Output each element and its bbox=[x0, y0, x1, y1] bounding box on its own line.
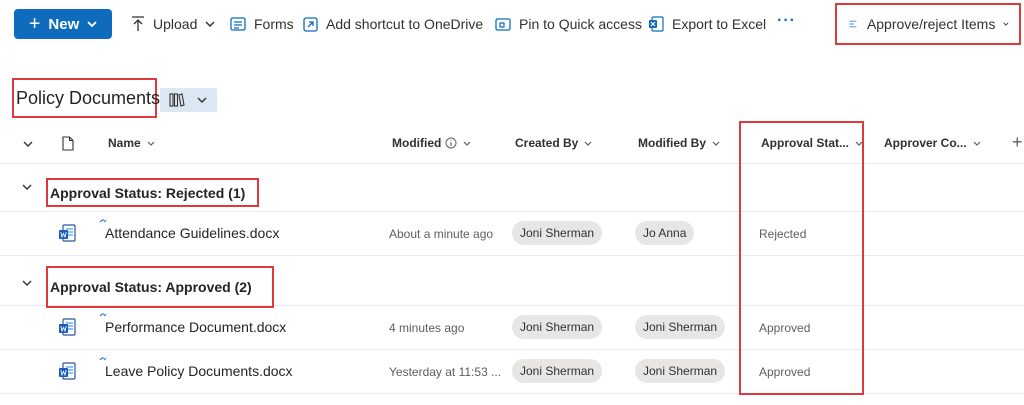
library-view-icon bbox=[169, 93, 185, 107]
approval-status-value: Approved bbox=[759, 321, 811, 335]
column-created-by-label: Created By bbox=[515, 136, 579, 150]
modified-date: About a minute ago bbox=[389, 227, 494, 241]
chevron-down-icon bbox=[712, 141, 720, 146]
table-row[interactable]: Leave Policy Documents.docx Yesterday at… bbox=[0, 350, 1024, 394]
modified-by-persona[interactable]: Joni Sherman bbox=[635, 315, 726, 339]
page-title-text: Policy Documents bbox=[16, 87, 161, 108]
group-label-rejected: Approval Status: Rejected (1) bbox=[46, 178, 259, 207]
forms-button[interactable]: Forms bbox=[230, 14, 294, 34]
new-button[interactable]: + New bbox=[14, 9, 112, 39]
column-modified-by[interactable]: Modified By bbox=[638, 136, 720, 150]
pin-icon bbox=[495, 17, 511, 31]
plus-icon: + bbox=[28, 13, 41, 35]
word-doc-icon bbox=[59, 318, 76, 336]
column-header-row: Name Modified Created By Modified By App… bbox=[0, 124, 1024, 164]
created-by-persona[interactable]: Joni Sherman bbox=[512, 315, 603, 339]
approve-reject-label: Approve/reject Items bbox=[866, 16, 996, 32]
file-name-link[interactable]: Attendance Guidelines.docx bbox=[105, 225, 279, 241]
column-name[interactable]: Name bbox=[108, 136, 155, 150]
add-column-button[interactable]: + bbox=[1012, 132, 1023, 153]
excel-icon bbox=[649, 16, 664, 32]
export-excel-label: Export to Excel bbox=[672, 16, 767, 32]
chevron-down-icon[interactable] bbox=[22, 184, 32, 190]
group-label-approved: Approval Status: Approved (2) bbox=[46, 266, 274, 308]
chevron-down-icon bbox=[463, 141, 471, 146]
file-name-link[interactable]: Leave Policy Documents.docx bbox=[105, 363, 293, 379]
column-name-label: Name bbox=[108, 136, 141, 150]
created-by-persona[interactable]: Joni Sherman bbox=[512, 221, 603, 245]
forms-label: Forms bbox=[254, 16, 294, 32]
modified-by-persona[interactable]: Jo Anna bbox=[635, 221, 695, 245]
column-modified-label: Modified bbox=[392, 136, 442, 150]
modified-date: Yesterday at 11:53 ... bbox=[389, 365, 502, 379]
created-by-persona[interactable]: Joni Sherman bbox=[512, 359, 603, 383]
forms-icon bbox=[230, 17, 246, 31]
new-button-label: New bbox=[48, 15, 80, 33]
column-approver-comments[interactable]: Approver Co... bbox=[884, 136, 981, 150]
group-label-text: Approval Status: Approved (2) bbox=[50, 279, 252, 295]
chevron-down-icon bbox=[197, 97, 207, 103]
approve-reject-button[interactable]: Approve/reject Items bbox=[835, 3, 1021, 45]
chevron-down-icon[interactable] bbox=[22, 280, 32, 286]
column-approval-status[interactable]: Approval Stat... bbox=[761, 136, 863, 150]
modified-date: 4 minutes ago bbox=[389, 321, 465, 335]
approve-icon bbox=[849, 20, 857, 28]
modified-by-persona[interactable]: Joni Sherman bbox=[635, 359, 726, 383]
upload-button[interactable]: Upload bbox=[131, 14, 223, 34]
upload-label: Upload bbox=[153, 16, 198, 32]
approval-status-value: Rejected bbox=[759, 227, 807, 241]
chevron-down-icon bbox=[973, 141, 981, 146]
file-name-link[interactable]: Performance Document.docx bbox=[105, 319, 286, 335]
upload-icon bbox=[132, 16, 144, 31]
column-approver-comments-label: Approver Co... bbox=[884, 136, 967, 150]
export-excel-button[interactable]: Export to Excel bbox=[648, 14, 766, 34]
chevron-down-icon bbox=[855, 141, 863, 146]
add-shortcut-label: Add shortcut to OneDrive bbox=[326, 16, 484, 32]
add-shortcut-button[interactable]: Add shortcut to OneDrive bbox=[303, 14, 483, 34]
chevron-down-icon bbox=[1003, 22, 1009, 26]
info-icon[interactable] bbox=[445, 137, 457, 149]
table-row[interactable]: Attendance Guidelines.docx About a minut… bbox=[0, 212, 1024, 256]
chevron-down-icon bbox=[584, 141, 592, 146]
command-bar: + New Upload Forms Add shortcut to OneDr… bbox=[0, 0, 1024, 48]
pin-quick-access-button[interactable]: Pin to Quick access bbox=[495, 14, 642, 34]
shortcut-icon bbox=[303, 16, 318, 32]
pin-quick-access-label: Pin to Quick access bbox=[519, 16, 642, 32]
more-options-button[interactable]: ··· bbox=[777, 12, 796, 30]
collapse-all-chevron-icon[interactable] bbox=[23, 141, 33, 147]
word-doc-icon bbox=[59, 362, 76, 380]
column-approval-status-label: Approval Stat... bbox=[761, 136, 850, 150]
column-created-by[interactable]: Created By bbox=[515, 136, 592, 150]
group-label-text: Approval Status: Rejected (1) bbox=[50, 184, 246, 201]
table-row[interactable]: Performance Document.docx 4 minutes ago … bbox=[0, 306, 1024, 350]
file-icon bbox=[62, 136, 74, 151]
column-modified[interactable]: Modified bbox=[392, 136, 471, 150]
view-switcher-button[interactable] bbox=[160, 88, 217, 112]
word-doc-icon bbox=[59, 224, 76, 242]
chevron-down-icon bbox=[147, 141, 155, 146]
page-title: Policy Documents bbox=[12, 78, 161, 118]
chevron-down-icon bbox=[87, 21, 97, 27]
approval-status-value: Approved bbox=[759, 365, 811, 379]
column-modified-by-label: Modified By bbox=[638, 136, 706, 150]
chevron-down-icon bbox=[205, 21, 215, 27]
